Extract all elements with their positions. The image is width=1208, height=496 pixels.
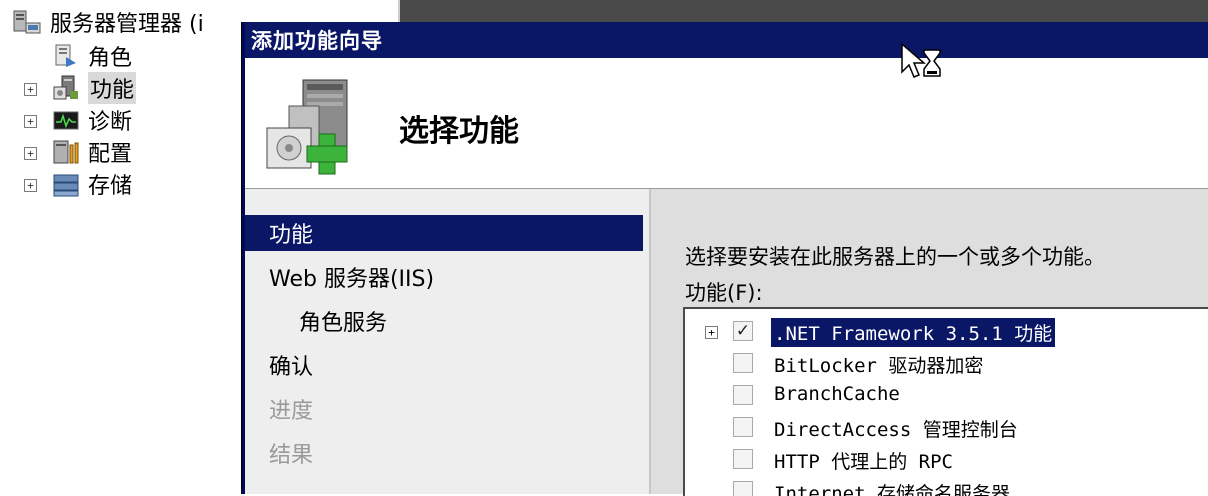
step-web-server-iis[interactable]: Web 服务器(IIS) bbox=[245, 259, 643, 295]
tree-node-storage[interactable]: 存储 bbox=[52, 168, 132, 200]
wizard-header: 选择功能 bbox=[245, 58, 1208, 189]
feature-checkbox[interactable] bbox=[733, 353, 753, 373]
step-confirmation[interactable]: 确认 bbox=[245, 347, 643, 383]
features-list[interactable]: + ✓ .NET Framework 3.5.1 功能 BitLocker 驱动… bbox=[683, 307, 1208, 496]
diagnostics-icon bbox=[53, 111, 79, 130]
expand-features-icon[interactable]: + bbox=[24, 83, 37, 96]
expand-storage-icon[interactable]: + bbox=[24, 179, 37, 192]
feature-checkbox[interactable]: ✓ bbox=[733, 321, 753, 341]
feature-label: Internet 存储命名服务器 bbox=[774, 483, 1010, 496]
feature-label: HTTP 代理上的 RPC bbox=[774, 451, 953, 473]
feature-checkbox[interactable] bbox=[733, 449, 753, 469]
feature-label: DirectAccess 管理控制台 bbox=[774, 419, 1018, 441]
tree-root[interactable]: 服务器管理器 (i bbox=[12, 6, 204, 38]
tree-node-label: 配置 bbox=[88, 142, 133, 167]
tree-node-label: 存储 bbox=[88, 174, 133, 199]
tree-node-label: 功能 bbox=[88, 72, 137, 104]
step-progress: 进度 bbox=[269, 399, 314, 424]
step-results: 结果 bbox=[269, 443, 314, 468]
feature-label: BitLocker 驱动器加密 bbox=[774, 355, 984, 377]
step-features[interactable]: 功能 bbox=[245, 215, 643, 251]
roles-icon bbox=[55, 44, 76, 67]
tree-node-label: 角色 bbox=[88, 46, 133, 71]
wizard-title: 添加功能向导 bbox=[251, 29, 383, 53]
feature-label: .NET Framework 3.5.1 功能 bbox=[771, 318, 1056, 347]
tree-node-label: 诊断 bbox=[88, 110, 133, 135]
expand-configuration-icon[interactable]: + bbox=[24, 147, 37, 160]
expand-icon[interactable]: + bbox=[705, 326, 718, 339]
add-features-icon bbox=[266, 79, 348, 175]
wizard-steps-nav: 功能 Web 服务器(IIS) 角色服务 确认 进度 结果 bbox=[245, 189, 651, 494]
feature-checkbox[interactable] bbox=[733, 417, 753, 437]
feature-label: BranchCache bbox=[774, 383, 900, 405]
add-features-wizard: 添加功能向导 选择功能 功能 Web 服务器(IIS) 角色服务 确认 进度 结… bbox=[242, 22, 1208, 496]
wizard-titlebar[interactable]: 添加功能向导 bbox=[245, 22, 1208, 58]
storage-icon bbox=[53, 174, 79, 197]
server-manager-icon bbox=[13, 10, 41, 34]
tree-node-configuration[interactable]: 配置 bbox=[52, 136, 132, 168]
step-role-services[interactable]: 角色服务 bbox=[245, 303, 643, 339]
features-label: 功能(F): bbox=[685, 281, 763, 305]
tree-node-features[interactable]: 功能 bbox=[52, 72, 137, 104]
wizard-content: 选择要安装在此服务器上的一个或多个功能。 功能(F): + ✓ .NET Fra… bbox=[651, 189, 1208, 496]
feature-checkbox[interactable] bbox=[733, 385, 753, 405]
page-title: 选择功能 bbox=[399, 114, 519, 149]
features-icon bbox=[53, 75, 78, 100]
expand-diagnostics-icon[interactable]: + bbox=[24, 115, 37, 128]
busy-cursor-icon bbox=[901, 42, 941, 78]
tree-node-diagnostics[interactable]: 诊断 bbox=[52, 104, 132, 136]
tree-node-roles[interactable]: 角色 bbox=[52, 40, 132, 72]
instruction-text: 选择要安装在此服务器上的一个或多个功能。 bbox=[685, 245, 1105, 269]
configuration-icon bbox=[53, 140, 79, 164]
background-window-strip bbox=[400, 0, 1208, 24]
tree-root-label: 服务器管理器 (i bbox=[50, 12, 204, 37]
